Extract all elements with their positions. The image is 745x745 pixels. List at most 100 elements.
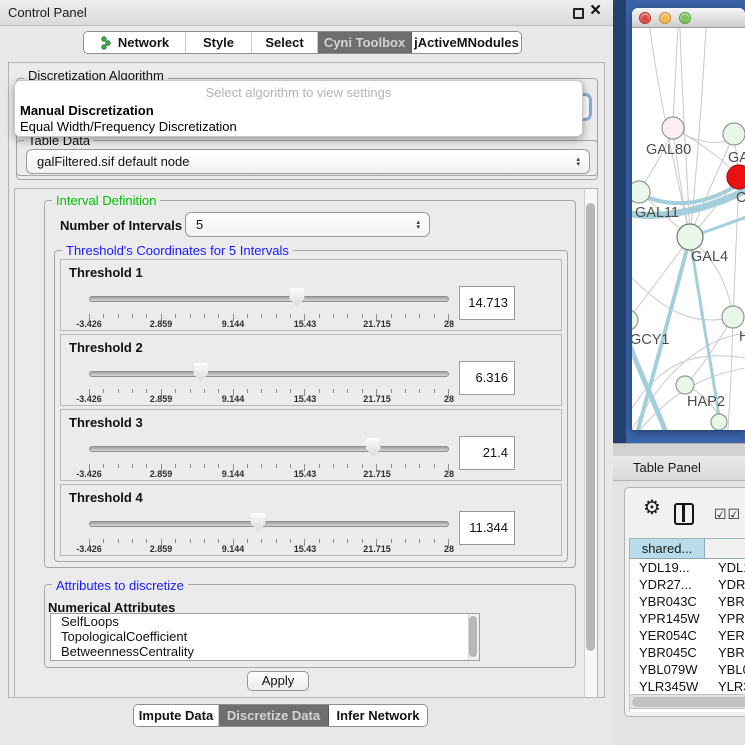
threshold-label: Threshold 3 xyxy=(69,415,143,430)
slider-track[interactable] xyxy=(89,446,449,452)
slider-track[interactable] xyxy=(89,371,449,377)
slider-handle[interactable] xyxy=(289,288,304,307)
table-row[interactable]: YDL19...YDL19... xyxy=(630,559,745,576)
table-cell[interactable]: YDR27... xyxy=(630,576,705,593)
table-cell[interactable]: YER054C xyxy=(705,627,745,644)
node-gal80[interactable] xyxy=(662,117,684,139)
numerical-attributes-list[interactable]: SelfLoopsTopologicalCoefficientBetweenne… xyxy=(50,613,480,661)
close-traffic-light-icon[interactable] xyxy=(639,12,651,24)
node-gal4[interactable] xyxy=(677,224,703,250)
list-item[interactable]: BetweennessCentrality xyxy=(51,644,479,659)
node-label: GAL80 xyxy=(646,142,691,158)
network-view-window[interactable]: GAL80 GA C GAL11 GAL4 GCY1 H HAP2 xyxy=(632,8,745,430)
tab-select[interactable]: Select xyxy=(252,32,318,53)
table-cell[interactable]: YDL19... xyxy=(630,559,705,576)
close-icon[interactable]: × xyxy=(590,0,601,22)
node-bottom[interactable] xyxy=(711,414,727,430)
slider-track[interactable] xyxy=(89,521,449,527)
slider-tick-labels: -3.4262.8599.14415.4321.71528 xyxy=(89,394,449,406)
network-icon xyxy=(100,36,113,50)
table-row[interactable]: YLR345WYLR345W xyxy=(630,678,745,695)
tab-label: Discretize Data xyxy=(227,708,320,723)
float-window-icon[interactable] xyxy=(573,8,584,19)
columns-icon[interactable] xyxy=(674,503,694,525)
list-item[interactable]: SelfLoops xyxy=(51,614,479,629)
table-cell[interactable]: YLR345W xyxy=(705,678,745,695)
table-cell[interactable]: YBL079W xyxy=(705,661,745,678)
threshold-4-panel: Threshold 4 -3.4262.8599.14415.4321.7152… xyxy=(60,484,562,556)
panel-splitter[interactable] xyxy=(613,443,745,456)
table-data-combobox[interactable]: galFiltered.sif default node ▴▾ xyxy=(26,149,590,174)
dropdown-option-manual[interactable]: Manual Discretization xyxy=(15,103,582,118)
number-of-intervals-combobox[interactable]: 5 ▴▾ xyxy=(185,212,430,237)
node-top-right[interactable] xyxy=(723,123,745,145)
list-item[interactable]: TopologicalCoefficient xyxy=(51,629,479,644)
table-row[interactable]: YDR27...YDR27... xyxy=(630,576,745,593)
tab-impute-data[interactable]: Impute Data xyxy=(134,705,219,726)
horizontal-scrollbar[interactable] xyxy=(629,694,745,709)
table-cell[interactable]: YPR145W xyxy=(630,610,705,627)
scrollbar-thumb[interactable] xyxy=(586,203,595,651)
table-cell[interactable]: YBR043C xyxy=(705,593,745,610)
threshold-2-panel: Threshold 2 -3.4262.8599.14415.4321.7152… xyxy=(60,334,562,406)
slider-handle[interactable] xyxy=(193,363,208,382)
scrollbar-thumb[interactable] xyxy=(469,616,477,657)
column-header-name[interactable]: na... xyxy=(705,539,745,558)
dropdown-option-equal-width[interactable]: Equal Width/Frequency Discretization xyxy=(15,119,582,134)
control-panel-tabs: Network Style Select Cyni Toolbox jActiv… xyxy=(83,31,522,54)
threshold-value-field[interactable]: 11.344 xyxy=(459,511,515,545)
table-row[interactable]: YER054CYER054C xyxy=(630,627,745,644)
network-window-titlebar[interactable] xyxy=(632,8,745,28)
table-cell[interactable]: YBR043C xyxy=(630,593,705,610)
algorithm-dropdown-popup: Select algorithm to view settings Manual… xyxy=(14,80,583,137)
node-gal11[interactable] xyxy=(632,181,650,203)
node-h[interactable] xyxy=(722,306,744,328)
slider-handle[interactable] xyxy=(366,438,381,457)
table-row[interactable]: YBR045CYBR045C xyxy=(630,644,745,661)
scrollbar-thumb[interactable] xyxy=(632,697,745,707)
table-cell[interactable]: YBR045C xyxy=(705,644,745,661)
threshold-slider[interactable] xyxy=(89,361,449,387)
tab-cyni-toolbox[interactable]: Cyni Toolbox xyxy=(318,32,412,53)
threshold-slider[interactable] xyxy=(89,511,449,537)
table-cell[interactable]: YER054C xyxy=(630,627,705,644)
tab-style[interactable]: Style xyxy=(186,32,252,53)
threshold-1-panel: Threshold 1 -3.4262.8599.14415.4321.7152… xyxy=(60,259,562,331)
table-row[interactable]: YBR043CYBR043C xyxy=(630,593,745,610)
node-label: GAL4 xyxy=(691,249,728,265)
table-cell[interactable]: YDR27... xyxy=(705,576,745,593)
table-cell[interactable]: YBL079W xyxy=(630,661,705,678)
threshold-slider[interactable] xyxy=(89,286,449,312)
node-hap2[interactable] xyxy=(676,376,694,394)
zoom-traffic-light-icon[interactable] xyxy=(679,12,691,24)
table-row[interactable]: YPR145WYPR145W xyxy=(630,610,745,627)
minimize-traffic-light-icon[interactable] xyxy=(659,12,671,24)
tab-infer-network[interactable]: Infer Network xyxy=(329,705,427,726)
dropdown-prompt[interactable]: Select algorithm to view settings xyxy=(15,85,582,100)
table-cell[interactable]: YDL19... xyxy=(705,559,745,576)
table-cell[interactable]: YPR145W xyxy=(705,610,745,627)
tab-network[interactable]: Network xyxy=(84,32,186,53)
column-header-shared-name[interactable]: shared... xyxy=(630,539,705,558)
tab-jactivemnodules[interactable]: jActiveMNodules xyxy=(412,32,521,53)
network-canvas[interactable]: GAL80 GA C GAL11 GAL4 GCY1 H HAP2 xyxy=(632,28,745,430)
table-row[interactable]: YBL079WYBL079W xyxy=(630,661,745,678)
tab-discretize-data[interactable]: Discretize Data xyxy=(219,705,329,726)
tab-label: Infer Network xyxy=(336,708,419,723)
slider-handle[interactable] xyxy=(251,513,266,532)
threshold-slider[interactable] xyxy=(89,436,449,462)
table-cell[interactable]: YLR345W xyxy=(630,678,705,695)
select-columns-icon[interactable]: ☑☑ xyxy=(714,506,741,523)
gear-icon[interactable]: ⚙ xyxy=(643,495,661,520)
node-gcy1[interactable] xyxy=(632,310,638,330)
node-label: GA xyxy=(728,150,745,166)
node-red-selected[interactable] xyxy=(727,165,745,189)
threshold-value-field[interactable]: 6.316 xyxy=(459,361,515,395)
group-title: Interval Definition xyxy=(52,193,160,208)
table-cell[interactable]: YBR045C xyxy=(630,644,705,661)
threshold-value-field[interactable]: 21.4 xyxy=(459,436,515,470)
slider-track[interactable] xyxy=(89,296,449,302)
apply-button[interactable]: Apply xyxy=(247,671,309,691)
threshold-label: Threshold 4 xyxy=(69,490,143,505)
threshold-value-field[interactable]: 14.713 xyxy=(459,286,515,320)
